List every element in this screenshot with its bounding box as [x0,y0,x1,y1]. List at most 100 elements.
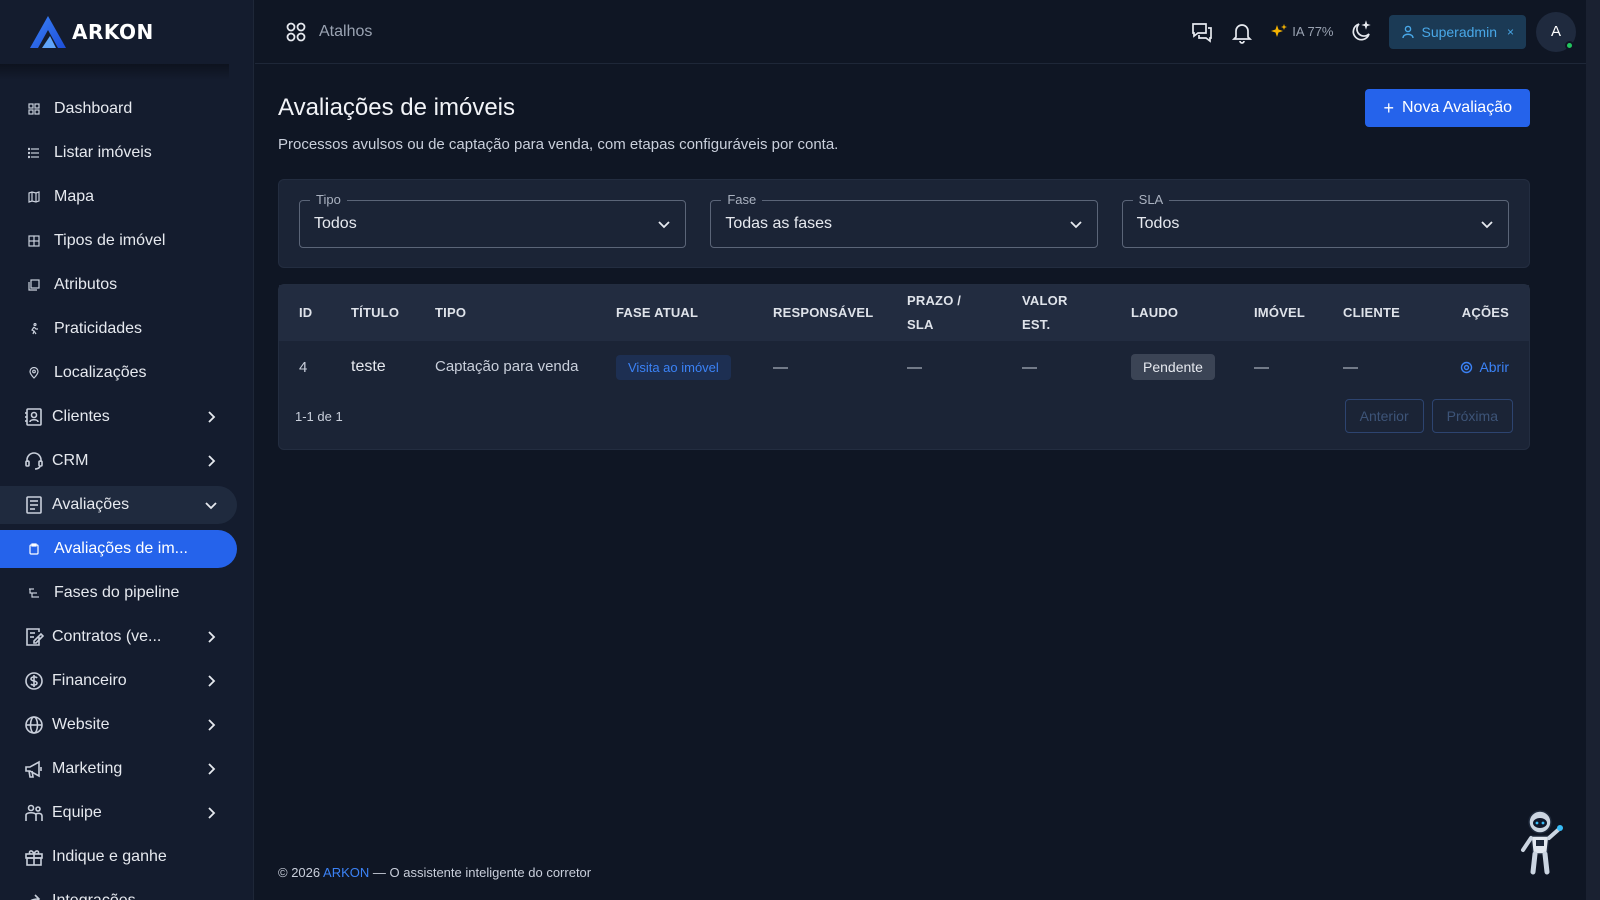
phase-badge: Visita ao imóvel [616,354,731,380]
previous-page-button[interactable]: Anterior [1344,399,1424,433]
walk-icon [24,319,44,339]
contacts-icon [24,407,44,427]
online-status-dot [1565,40,1574,50]
sidebar-nav: Dashboard Listar imóveis Mapa Tipos de i… [0,90,253,900]
sidebar-item-fases-do-pipeline[interactable]: Fases do pipeline [0,574,237,612]
sidebar-item-label: Financeiro [52,672,127,689]
fase-select-label: Fase [721,191,763,207]
column-header-responsavel[interactable]: RESPONSÁVEL [753,285,887,341]
megaphone-icon [24,759,44,779]
ia-usage-label: IA 77% [1292,24,1334,39]
page-title: Avaliações de imóveis [278,94,516,121]
column-header-tipo[interactable]: TIPO [415,285,596,341]
sidebar-item-marketing[interactable]: Marketing [0,750,237,788]
table-footer: 1-1 de 1 Anterior Próxima [295,399,1513,433]
sidebar-item-listar-imoveis[interactable]: Listar imóveis [0,134,237,172]
user-icon [1402,25,1415,38]
cell-valor: — [1022,358,1037,376]
assistant-robot-icon[interactable] [1514,808,1566,878]
theme-toggle-icon[interactable] [1349,19,1373,44]
main-content: Avaliações de imóveis Processos avulsos … [278,64,1530,450]
pipeline-icon [24,583,44,603]
avatar-initial: A [1550,23,1561,40]
chevron-down-icon [203,497,219,513]
sidebar-item-praticidades[interactable]: Praticidades [0,310,237,348]
report-icon [24,495,44,515]
sidebar-item-label: Avaliações de im... [54,540,188,557]
sidebar-item-label: Atributos [54,276,118,293]
sidebar-item-localizacoes[interactable]: Localizações [0,354,237,392]
sidebar-item-dashboard[interactable]: Dashboard [0,90,237,128]
sidebar-item-atributos[interactable]: Atributos [0,266,237,304]
sidebar-item-website[interactable]: Website [0,706,237,744]
page-subtitle: Processos avulsos ou de captação para ve… [278,136,839,153]
sidebar-item-financeiro[interactable]: Financeiro [0,662,237,700]
valor-header-line1: VALOR [1022,293,1068,308]
fase-select[interactable]: Fase Todas as fases [710,191,1098,248]
next-page-button[interactable]: Próxima [1431,399,1513,433]
map-icon [24,187,44,207]
team-icon [24,803,44,823]
cell-id: 4 [299,358,308,376]
sla-select[interactable]: SLA Todos [1121,191,1509,248]
sidebar-item-label: Clientes [52,408,110,425]
ia-usage-badge[interactable]: IA 77% [1270,23,1333,41]
headset-icon [24,451,44,471]
column-header-fase[interactable]: FASE ATUAL [596,285,753,341]
brand-logo[interactable]: ARKON [0,0,253,64]
valor-header-line2: EST. [1022,317,1051,332]
sidebar-item-label: Website [52,716,110,733]
sidebar-item-mapa[interactable]: Mapa [0,178,237,216]
apps-icon [286,22,306,41]
page-footer: © 2026 ARKON — O assistente inteligente … [278,865,591,880]
cell-titulo: teste [351,358,386,375]
open-evaluation-link[interactable]: Abrir [1443,359,1509,375]
chat-icon[interactable] [1190,20,1214,44]
new-evaluation-label: Nova Avaliação [1402,99,1512,116]
sidebar-item-avaliacoes-de-imoveis[interactable]: Avaliações de im... [0,530,237,568]
evaluations-table-card: ID TÍTULO TIPO FASE ATUAL RESPONSÁVEL PR… [278,284,1530,450]
chevron-right-icon [203,673,219,689]
column-header-id[interactable]: ID [279,285,331,341]
contract-icon [24,627,44,647]
bell-icon[interactable] [1230,20,1254,44]
sidebar-item-label: Localizações [54,364,147,381]
brand-name: ARKON [72,20,154,44]
new-evaluation-button[interactable]: + Nova Avaliação [1365,89,1530,127]
column-header-prazo[interactable]: PRAZO / SLA [887,285,1002,341]
chevron-right-icon [203,409,219,425]
chevron-down-icon [1069,217,1083,231]
table-row[interactable]: 4 teste Captação para venda Visita ao im… [279,341,1529,393]
sidebar-item-equipe[interactable]: Equipe [0,794,237,832]
sidebar-item-avaliacoes[interactable]: Avaliações [0,486,237,524]
tipo-select[interactable]: Tipo Todos [299,191,687,248]
shortcuts-button[interactable]: Atalhos [285,21,372,43]
shortcuts-label: Atalhos [319,22,373,40]
arkon-logo-icon [30,16,66,48]
sidebar-item-crm[interactable]: CRM [0,442,237,480]
sidebar-item-contratos[interactable]: Contratos (ve... [0,618,237,656]
sidebar-item-clientes[interactable]: Clientes [0,398,237,436]
role-chip[interactable]: Superadmin × [1389,14,1526,49]
sla-select-value: Todos [1136,214,1180,232]
fase-select-value: Todas as fases [725,214,833,232]
sidebar-item-label: Indique e ganhe [52,848,167,865]
sidebar-item-label: Avaliações [52,496,130,513]
sidebar-item-label: CRM [52,452,89,469]
grid-icon [24,231,44,251]
avatar[interactable]: A [1536,11,1576,52]
column-header-titulo[interactable]: TÍTULO [331,285,415,341]
column-header-laudo[interactable]: LAUDO [1111,285,1234,341]
scrollbar[interactable] [1586,0,1600,900]
pagination: Anterior Próxima [1344,399,1513,433]
sidebar-item-integracoes[interactable]: Integrações [0,882,237,900]
sidebar-item-indique-e-ganhe[interactable]: Indique e ganhe [0,838,237,876]
column-header-valor[interactable]: VALOR EST. [1002,285,1111,341]
column-header-imovel[interactable]: IMÓVEL [1234,285,1323,341]
globe-icon [24,715,44,735]
brand-divider [0,64,229,80]
sidebar-item-tipos-de-imovel[interactable]: Tipos de imóvel [0,222,237,260]
close-icon[interactable]: × [1507,25,1514,39]
footer-brand-link[interactable]: ARKON [323,865,369,880]
column-header-cliente[interactable]: CLIENTE [1323,285,1423,341]
